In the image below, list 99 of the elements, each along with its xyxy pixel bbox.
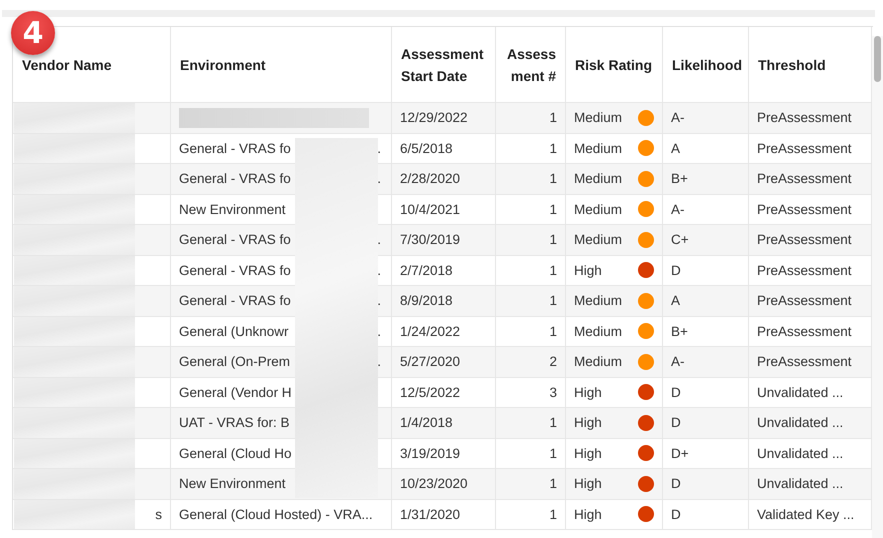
table-cell: 3	[549, 384, 557, 400]
table-cell: PreAssessment	[757, 171, 852, 186]
table-cell: .	[377, 232, 381, 248]
table-cell: D	[671, 506, 681, 522]
table-cell: 1	[549, 293, 557, 308]
table-cell: 1	[549, 476, 557, 492]
table-cell: 2	[549, 354, 557, 370]
table-cell: New Environment	[179, 476, 286, 492]
table-cell: PreAssessment	[757, 140, 852, 156]
table-cell: 1	[549, 506, 557, 522]
table-cell: General - VRAS fo	[179, 232, 291, 248]
table-cell: 1/31/2020	[400, 506, 460, 522]
table-cell: General (On-Prem	[179, 354, 290, 370]
table-cell: New Environment	[179, 202, 286, 217]
table-cell: High	[574, 384, 602, 400]
table-cell: 2/28/2020	[400, 171, 460, 186]
table-cell: D	[671, 262, 681, 278]
column-header[interactable]: Likelihood	[672, 54, 742, 76]
table-cell: 1	[549, 446, 557, 461]
column-header[interactable]: Threshold	[758, 54, 826, 76]
column-header[interactable]: Assessment Start Date	[401, 42, 486, 86]
table-cell: .	[377, 354, 381, 370]
table-cell: General (Cloud Ho	[179, 446, 292, 461]
table-cell: 1	[549, 202, 557, 217]
column-header[interactable]: Vendor Name	[22, 54, 112, 76]
table-cell: D	[671, 476, 681, 492]
table-cell: 1/4/2018	[400, 415, 453, 430]
table-cell: 1	[549, 415, 557, 430]
table-cell: .	[377, 140, 381, 156]
table-cell: 7/30/2019	[400, 232, 460, 248]
table-cell: Medium	[574, 140, 622, 156]
table-cell: Validated Key ...	[757, 506, 854, 522]
table-cell: Medium	[574, 293, 622, 308]
table-cell: 1	[549, 140, 557, 156]
table-cell: C+	[671, 232, 689, 248]
table-cell: High	[574, 446, 602, 461]
table-cell: .	[377, 262, 381, 278]
scrollbar-thumb[interactable]	[874, 36, 881, 82]
table-cell: General (Unknowr	[179, 324, 289, 339]
table-cell: 1	[549, 324, 557, 339]
table-cell: High	[574, 476, 602, 492]
table-cell: 1/24/2022	[400, 324, 460, 339]
table-cell: D	[671, 384, 681, 400]
table-cell: s	[155, 506, 162, 522]
table-cell: A	[671, 140, 680, 156]
column-header[interactable]: Risk Rating	[575, 54, 652, 76]
table-cell: 1	[549, 110, 557, 126]
table-cell: 8/9/2018	[400, 293, 453, 308]
table-cell: PreAssessment	[757, 324, 852, 339]
table-cell: 6/5/2018	[400, 140, 453, 156]
table-cell: PreAssessment	[757, 232, 852, 248]
table-cell: Unvalidated ...	[757, 476, 844, 492]
column-header[interactable]: Assess ment #	[505, 42, 556, 86]
table-cell: A-	[671, 202, 684, 217]
table-cell: Medium	[574, 324, 622, 339]
table-cell: General - VRAS fo	[179, 293, 291, 308]
table-cell: Medium	[574, 110, 622, 126]
table-cell: .	[377, 293, 381, 308]
table-cell: D+	[671, 446, 689, 461]
table-cell: 10/4/2021	[400, 202, 460, 217]
table-cell: 3/19/2019	[400, 446, 460, 461]
table-cell: .	[377, 171, 381, 186]
table-cell: B+	[671, 324, 688, 339]
table-cell: PreAssessment	[757, 354, 852, 370]
table-cell: Unvalidated ...	[757, 415, 844, 430]
table-cell: PreAssessment	[757, 110, 852, 126]
table-cell: 12/5/2022	[400, 384, 460, 400]
table-cell: B+	[671, 171, 688, 186]
column-header[interactable]: Environment	[180, 54, 266, 76]
table-cell: 5/27/2020	[400, 354, 460, 370]
table-cell: Medium	[574, 171, 622, 186]
table-cell: Medium	[574, 232, 622, 248]
table-cell: High	[574, 415, 602, 430]
table-cell: PreAssessment	[757, 293, 852, 308]
table-cell: High	[574, 506, 602, 522]
table-cell: Unvalidated ...	[757, 446, 844, 461]
table-cell: 1	[549, 262, 557, 278]
table-cell: High	[574, 262, 602, 278]
table-cell: Medium	[574, 354, 622, 370]
table-cell: General - VRAS fo	[179, 262, 291, 278]
table-cell: 12/29/2022	[400, 110, 468, 126]
table-cell: A-	[671, 354, 684, 370]
table-cell: General - VRAS fo	[179, 171, 291, 186]
table-cell: UAT - VRAS for: B	[179, 415, 290, 430]
table-cell: General (Cloud Hosted) - VRA...	[179, 506, 373, 522]
table-cell: PreAssessment	[757, 262, 852, 278]
table-cell: General (Vendor H	[179, 384, 292, 400]
table-cell: A-	[671, 110, 684, 126]
table-cell: 2/7/2018	[400, 262, 453, 278]
table-cell: D	[671, 415, 681, 430]
table-cell: 1	[549, 171, 557, 186]
table-cell: 1	[549, 232, 557, 248]
table-cell: 10/23/2020	[400, 476, 468, 492]
table-cell: A	[671, 293, 680, 308]
table-cell: .	[377, 324, 381, 339]
table-cell: General - VRAS fo	[179, 140, 291, 156]
table-cell: Medium	[574, 202, 622, 217]
table-cell: Unvalidated ...	[757, 384, 844, 400]
table-cell: PreAssessment	[757, 202, 852, 217]
